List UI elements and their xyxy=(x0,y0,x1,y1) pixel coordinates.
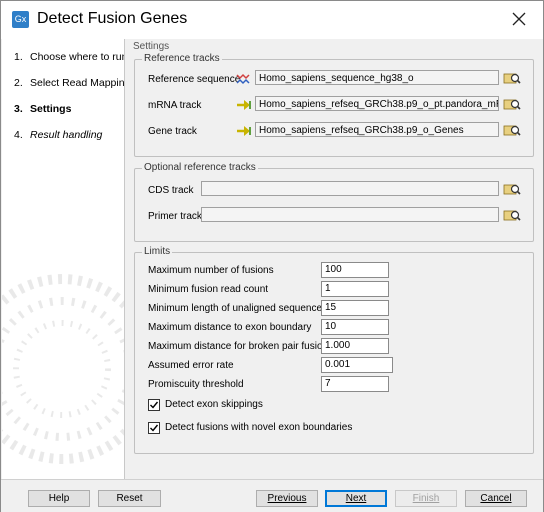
assumed-error-rate-label: Assumed error rate xyxy=(148,360,234,371)
assumed-error-rate-input[interactable]: 0.001 xyxy=(321,357,393,373)
checkmark-icon xyxy=(150,424,159,432)
max-exon-distance-label: Maximum distance to exon boundary xyxy=(148,322,312,333)
limits-title: Limits xyxy=(142,246,173,257)
previous-button[interactable]: Previous xyxy=(256,490,318,507)
promiscuity-threshold-input[interactable]: 7 xyxy=(321,376,389,392)
gene-track-label: Gene track xyxy=(148,126,197,137)
settings-area: Settings Reference tracks Reference sequ… xyxy=(127,39,542,479)
app-icon: Gx xyxy=(12,11,29,28)
cds-track-label: CDS track xyxy=(148,185,194,196)
optional-reference-tracks-group: Optional reference tracks CDS track Prim… xyxy=(134,162,534,242)
max-fusions-label: Maximum number of fusions xyxy=(148,265,274,276)
min-unaligned-length-input[interactable]: 15 xyxy=(321,300,389,316)
reference-sequence-field[interactable]: Homo_sapiens_sequence_hg38_o xyxy=(255,70,499,85)
settings-heading: Settings xyxy=(133,41,170,52)
button-bar: Help Reset Previous Next Finish Cancel xyxy=(1,479,543,512)
step-choose-where-to-run[interactable]: 1. Choose where to run xyxy=(14,51,124,63)
mrna-track-label: mRNA track xyxy=(148,100,202,111)
reference-sequence-label: Reference sequence xyxy=(148,74,241,85)
min-unaligned-length-label: Minimum length of unaligned sequence xyxy=(148,303,322,314)
detect-novel-exon-boundaries-label: Detect fusions with novel exon boundarie… xyxy=(165,422,353,433)
browse-folder-icon[interactable] xyxy=(503,122,521,138)
mrna-track-icon xyxy=(237,100,251,110)
primer-track-label: Primer track xyxy=(148,211,202,222)
primer-track-field[interactable] xyxy=(201,207,499,222)
browse-folder-icon[interactable] xyxy=(503,181,521,197)
min-fusion-read-count-label: Minimum fusion read count xyxy=(148,284,269,295)
detect-novel-exon-boundaries-checkbox[interactable] xyxy=(148,422,160,434)
max-broken-pair-distance-label: Maximum distance for broken pair fusions xyxy=(148,341,334,352)
step-settings[interactable]: 3. Settings xyxy=(14,103,71,115)
browse-folder-icon[interactable] xyxy=(503,96,521,112)
min-fusion-read-count-input[interactable]: 1 xyxy=(321,281,389,297)
sequence-icon xyxy=(236,73,250,85)
gene-track-field[interactable]: Homo_sapiens_refseq_GRCh38.p9_o_Genes xyxy=(255,122,499,137)
watermark-graphic xyxy=(2,274,124,464)
cancel-button[interactable]: Cancel xyxy=(465,490,527,507)
next-button[interactable]: Next xyxy=(325,490,387,507)
browse-folder-icon[interactable] xyxy=(503,207,521,223)
max-broken-pair-distance-input[interactable]: 1.000 xyxy=(321,338,389,354)
reference-tracks-title: Reference tracks xyxy=(142,53,222,64)
optional-tracks-title: Optional reference tracks xyxy=(142,162,258,173)
checkmark-icon xyxy=(150,401,159,409)
mrna-track-field[interactable]: Homo_sapiens_refseq_GRCh38.p9_o_pt.pando… xyxy=(255,96,499,111)
promiscuity-threshold-label: Promiscuity threshold xyxy=(148,379,244,390)
limits-group: Limits Maximum number of fusions 100 Min… xyxy=(134,246,534,454)
step-select-read-mapping[interactable]: 2. Select Read Mapping xyxy=(14,77,124,89)
browse-folder-icon[interactable] xyxy=(503,70,521,86)
step-result-handling[interactable]: 4. Result handling xyxy=(14,129,102,141)
cds-track-field[interactable] xyxy=(201,181,499,196)
reference-tracks-group: Reference tracks Reference sequence Homo… xyxy=(134,53,534,157)
gene-track-icon xyxy=(237,126,251,136)
max-exon-distance-input[interactable]: 10 xyxy=(321,319,389,335)
detect-exon-skippings-checkbox[interactable] xyxy=(148,399,160,411)
max-fusions-input[interactable]: 100 xyxy=(321,262,389,278)
dialog-window: Gx Detect Fusion Genes 1. Choose where to… xyxy=(0,0,544,512)
title-bar: Gx Detect Fusion Genes xyxy=(1,1,543,39)
finish-button[interactable]: Finish xyxy=(395,490,457,507)
detect-exon-skippings-label: Detect exon skippings xyxy=(165,399,263,410)
reset-button[interactable]: Reset xyxy=(98,490,161,507)
close-icon[interactable] xyxy=(509,9,529,29)
wizard-steps-panel: 1. Choose where to run 2. Select Read Mapp… xyxy=(2,39,125,479)
dialog-title: Detect Fusion Genes xyxy=(37,10,188,27)
help-button[interactable]: Help xyxy=(28,490,90,507)
